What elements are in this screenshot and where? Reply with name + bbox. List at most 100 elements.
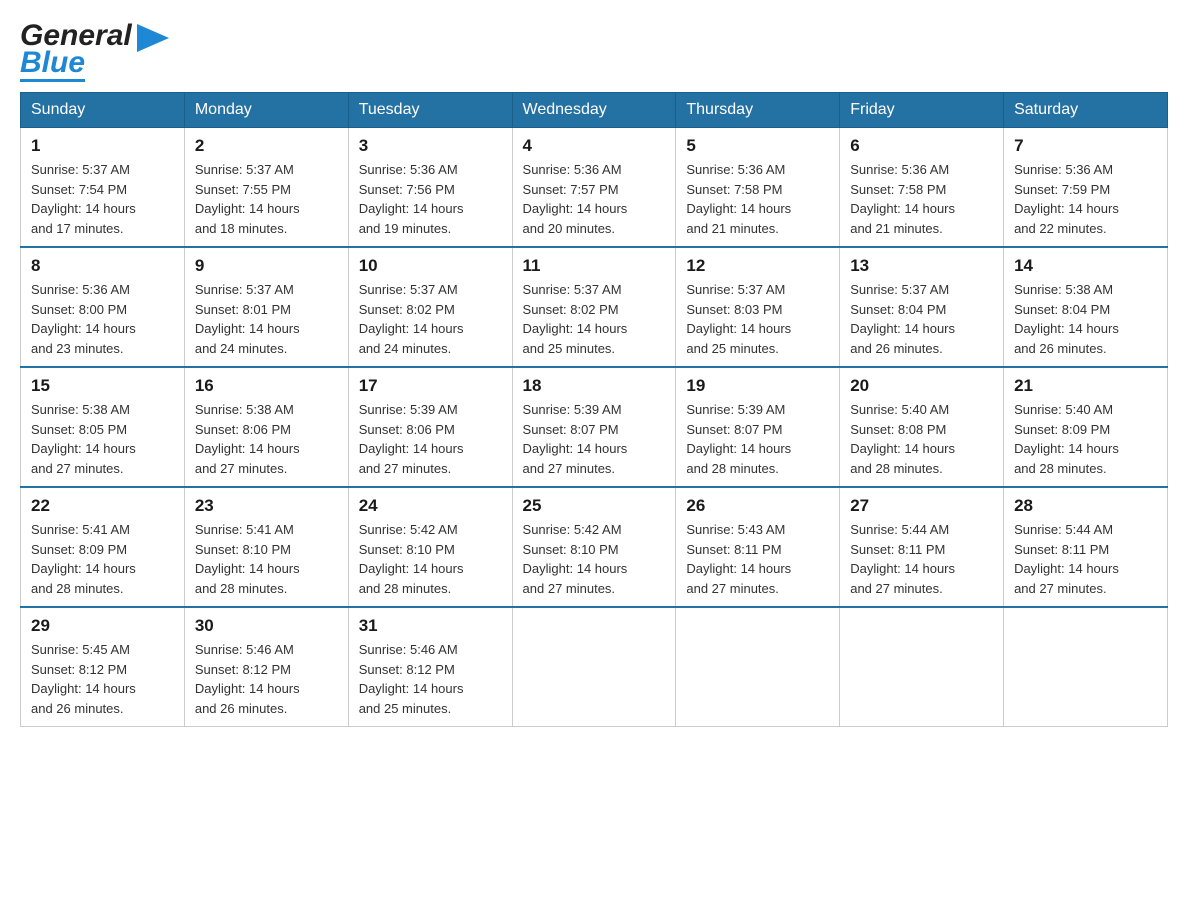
day-number: 24 xyxy=(359,496,502,516)
calendar-cell: 21 Sunrise: 5:40 AM Sunset: 8:09 PM Dayl… xyxy=(1004,367,1168,487)
day-info: Sunrise: 5:37 AM Sunset: 8:02 PM Dayligh… xyxy=(523,280,666,358)
day-number: 14 xyxy=(1014,256,1157,276)
calendar-cell: 22 Sunrise: 5:41 AM Sunset: 8:09 PM Dayl… xyxy=(21,487,185,607)
calendar-cell: 28 Sunrise: 5:44 AM Sunset: 8:11 PM Dayl… xyxy=(1004,487,1168,607)
day-info: Sunrise: 5:42 AM Sunset: 8:10 PM Dayligh… xyxy=(359,520,502,598)
day-info: Sunrise: 5:39 AM Sunset: 8:07 PM Dayligh… xyxy=(686,400,829,478)
day-info: Sunrise: 5:36 AM Sunset: 7:58 PM Dayligh… xyxy=(686,160,829,238)
calendar-cell: 23 Sunrise: 5:41 AM Sunset: 8:10 PM Dayl… xyxy=(184,487,348,607)
day-number: 9 xyxy=(195,256,338,276)
calendar-cell: 8 Sunrise: 5:36 AM Sunset: 8:00 PM Dayli… xyxy=(21,247,185,367)
calendar-cell: 5 Sunrise: 5:36 AM Sunset: 7:58 PM Dayli… xyxy=(676,128,840,248)
day-number: 27 xyxy=(850,496,993,516)
day-info: Sunrise: 5:40 AM Sunset: 8:09 PM Dayligh… xyxy=(1014,400,1157,478)
day-number: 25 xyxy=(523,496,666,516)
day-info: Sunrise: 5:37 AM Sunset: 8:02 PM Dayligh… xyxy=(359,280,502,358)
page-header: General Blue xyxy=(20,20,1168,82)
calendar-cell: 3 Sunrise: 5:36 AM Sunset: 7:56 PM Dayli… xyxy=(348,128,512,248)
day-info: Sunrise: 5:36 AM Sunset: 8:00 PM Dayligh… xyxy=(31,280,174,358)
day-number: 7 xyxy=(1014,136,1157,156)
day-number: 5 xyxy=(686,136,829,156)
calendar-cell: 9 Sunrise: 5:37 AM Sunset: 8:01 PM Dayli… xyxy=(184,247,348,367)
calendar-header-row: SundayMondayTuesdayWednesdayThursdayFrid… xyxy=(21,93,1168,128)
day-of-week-header: Sunday xyxy=(21,93,185,128)
day-number: 2 xyxy=(195,136,338,156)
calendar-cell: 2 Sunrise: 5:37 AM Sunset: 7:55 PM Dayli… xyxy=(184,128,348,248)
logo-arrow-icon xyxy=(137,24,169,52)
day-info: Sunrise: 5:37 AM Sunset: 8:01 PM Dayligh… xyxy=(195,280,338,358)
calendar-cell: 19 Sunrise: 5:39 AM Sunset: 8:07 PM Dayl… xyxy=(676,367,840,487)
day-info: Sunrise: 5:36 AM Sunset: 7:59 PM Dayligh… xyxy=(1014,160,1157,238)
day-info: Sunrise: 5:42 AM Sunset: 8:10 PM Dayligh… xyxy=(523,520,666,598)
day-info: Sunrise: 5:38 AM Sunset: 8:05 PM Dayligh… xyxy=(31,400,174,478)
day-info: Sunrise: 5:39 AM Sunset: 8:07 PM Dayligh… xyxy=(523,400,666,478)
calendar-cell: 29 Sunrise: 5:45 AM Sunset: 8:12 PM Dayl… xyxy=(21,607,185,727)
day-info: Sunrise: 5:37 AM Sunset: 7:54 PM Dayligh… xyxy=(31,160,174,238)
day-info: Sunrise: 5:37 AM Sunset: 8:04 PM Dayligh… xyxy=(850,280,993,358)
day-number: 18 xyxy=(523,376,666,396)
day-info: Sunrise: 5:37 AM Sunset: 7:55 PM Dayligh… xyxy=(195,160,338,238)
calendar-cell: 31 Sunrise: 5:46 AM Sunset: 8:12 PM Dayl… xyxy=(348,607,512,727)
calendar-cell: 26 Sunrise: 5:43 AM Sunset: 8:11 PM Dayl… xyxy=(676,487,840,607)
day-info: Sunrise: 5:46 AM Sunset: 8:12 PM Dayligh… xyxy=(359,640,502,718)
day-info: Sunrise: 5:38 AM Sunset: 8:06 PM Dayligh… xyxy=(195,400,338,478)
calendar-cell: 4 Sunrise: 5:36 AM Sunset: 7:57 PM Dayli… xyxy=(512,128,676,248)
calendar-week-row: 15 Sunrise: 5:38 AM Sunset: 8:05 PM Dayl… xyxy=(21,367,1168,487)
day-of-week-header: Friday xyxy=(840,93,1004,128)
calendar-cell: 7 Sunrise: 5:36 AM Sunset: 7:59 PM Dayli… xyxy=(1004,128,1168,248)
calendar-week-row: 22 Sunrise: 5:41 AM Sunset: 8:09 PM Dayl… xyxy=(21,487,1168,607)
day-number: 11 xyxy=(523,256,666,276)
day-number: 3 xyxy=(359,136,502,156)
calendar-cell: 10 Sunrise: 5:37 AM Sunset: 8:02 PM Dayl… xyxy=(348,247,512,367)
calendar-week-row: 29 Sunrise: 5:45 AM Sunset: 8:12 PM Dayl… xyxy=(21,607,1168,727)
calendar-cell xyxy=(840,607,1004,727)
day-of-week-header: Thursday xyxy=(676,93,840,128)
calendar-cell: 1 Sunrise: 5:37 AM Sunset: 7:54 PM Dayli… xyxy=(21,128,185,248)
day-info: Sunrise: 5:37 AM Sunset: 8:03 PM Dayligh… xyxy=(686,280,829,358)
calendar-cell: 14 Sunrise: 5:38 AM Sunset: 8:04 PM Dayl… xyxy=(1004,247,1168,367)
day-number: 21 xyxy=(1014,376,1157,396)
day-info: Sunrise: 5:45 AM Sunset: 8:12 PM Dayligh… xyxy=(31,640,174,718)
day-number: 22 xyxy=(31,496,174,516)
day-number: 1 xyxy=(31,136,174,156)
day-number: 20 xyxy=(850,376,993,396)
calendar-cell: 30 Sunrise: 5:46 AM Sunset: 8:12 PM Dayl… xyxy=(184,607,348,727)
calendar-cell: 12 Sunrise: 5:37 AM Sunset: 8:03 PM Dayl… xyxy=(676,247,840,367)
day-number: 13 xyxy=(850,256,993,276)
day-info: Sunrise: 5:40 AM Sunset: 8:08 PM Dayligh… xyxy=(850,400,993,478)
day-of-week-header: Saturday xyxy=(1004,93,1168,128)
calendar-cell xyxy=(512,607,676,727)
day-info: Sunrise: 5:41 AM Sunset: 8:10 PM Dayligh… xyxy=(195,520,338,598)
day-of-week-header: Tuesday xyxy=(348,93,512,128)
day-info: Sunrise: 5:44 AM Sunset: 8:11 PM Dayligh… xyxy=(850,520,993,598)
day-info: Sunrise: 5:39 AM Sunset: 8:06 PM Dayligh… xyxy=(359,400,502,478)
calendar-table: SundayMondayTuesdayWednesdayThursdayFrid… xyxy=(20,92,1168,727)
calendar-cell: 6 Sunrise: 5:36 AM Sunset: 7:58 PM Dayli… xyxy=(840,128,1004,248)
day-info: Sunrise: 5:36 AM Sunset: 7:57 PM Dayligh… xyxy=(523,160,666,238)
day-number: 8 xyxy=(31,256,174,276)
day-of-week-header: Monday xyxy=(184,93,348,128)
day-number: 26 xyxy=(686,496,829,516)
calendar-cell: 25 Sunrise: 5:42 AM Sunset: 8:10 PM Dayl… xyxy=(512,487,676,607)
day-info: Sunrise: 5:36 AM Sunset: 7:58 PM Dayligh… xyxy=(850,160,993,238)
day-number: 12 xyxy=(686,256,829,276)
day-number: 10 xyxy=(359,256,502,276)
calendar-cell: 17 Sunrise: 5:39 AM Sunset: 8:06 PM Dayl… xyxy=(348,367,512,487)
day-info: Sunrise: 5:38 AM Sunset: 8:04 PM Dayligh… xyxy=(1014,280,1157,358)
calendar-cell: 18 Sunrise: 5:39 AM Sunset: 8:07 PM Dayl… xyxy=(512,367,676,487)
day-number: 30 xyxy=(195,616,338,636)
calendar-cell: 11 Sunrise: 5:37 AM Sunset: 8:02 PM Dayl… xyxy=(512,247,676,367)
calendar-cell xyxy=(1004,607,1168,727)
calendar-cell xyxy=(676,607,840,727)
day-number: 23 xyxy=(195,496,338,516)
day-number: 4 xyxy=(523,136,666,156)
day-number: 16 xyxy=(195,376,338,396)
calendar-week-row: 1 Sunrise: 5:37 AM Sunset: 7:54 PM Dayli… xyxy=(21,128,1168,248)
calendar-cell: 15 Sunrise: 5:38 AM Sunset: 8:05 PM Dayl… xyxy=(21,367,185,487)
day-info: Sunrise: 5:44 AM Sunset: 8:11 PM Dayligh… xyxy=(1014,520,1157,598)
calendar-week-row: 8 Sunrise: 5:36 AM Sunset: 8:00 PM Dayli… xyxy=(21,247,1168,367)
day-info: Sunrise: 5:43 AM Sunset: 8:11 PM Dayligh… xyxy=(686,520,829,598)
logo: General Blue xyxy=(20,20,169,82)
day-number: 6 xyxy=(850,136,993,156)
calendar-cell: 16 Sunrise: 5:38 AM Sunset: 8:06 PM Dayl… xyxy=(184,367,348,487)
